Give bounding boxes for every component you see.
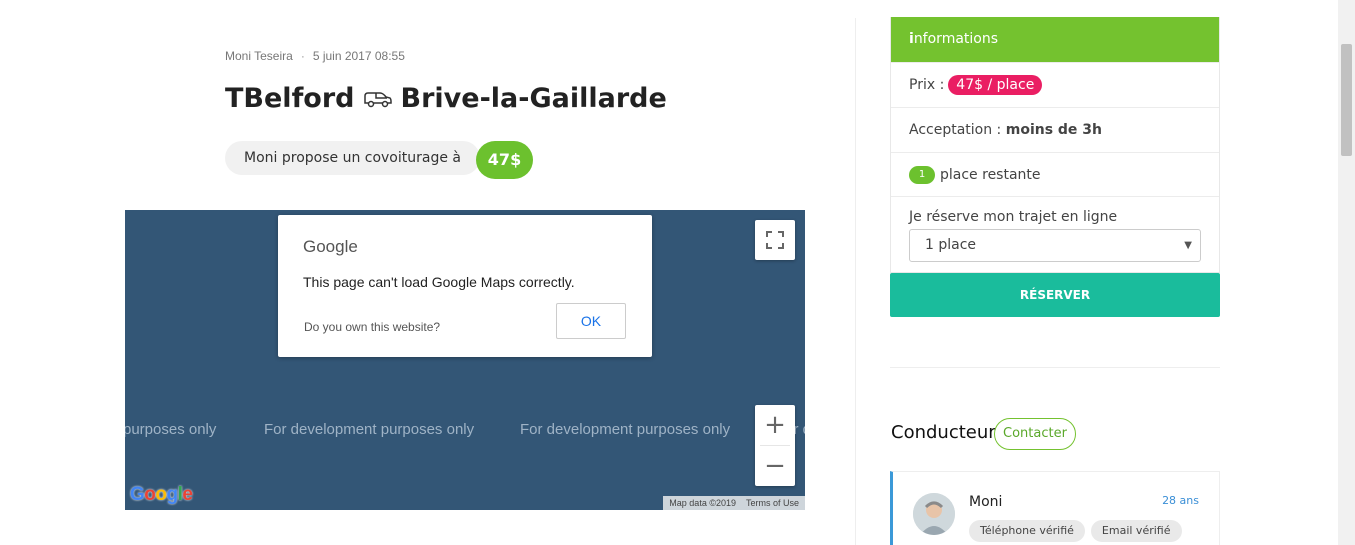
author-name[interactable]: Moni Teseira [225,49,293,63]
price-row: Prix : 47$ / place [891,62,1219,107]
dev-watermark: For development purposes only [264,421,475,438]
info-card: informations Prix : 47$ / place Acceptat… [890,17,1220,273]
fullscreen-icon [766,231,784,249]
map-error-dialog: Google This page can't load Google Maps … [278,215,652,357]
scrollbar[interactable] [1338,0,1355,545]
acceptance-row: Acceptation : moins de 3h [891,107,1219,152]
scrollbar-thumb[interactable] [1341,44,1352,156]
origin-city: TBelford [225,83,355,114]
driver-card: Moni 28 ans Téléphone vérifié Email véri… [890,471,1220,545]
destination-city: Brive-la-Gaillarde [400,83,667,114]
seats-row: 1 place restante [891,152,1219,196]
map-container[interactable]: purposes only For development purposes o… [125,210,805,510]
booking-row: Je réserve mon trajet en ligne 1 place ▼ [891,196,1219,272]
own-website-link[interactable]: Do you own this website? [304,320,440,334]
map-data-text: Map data ©2019 [669,498,736,508]
price-per-seat-badge: 47$ / place [948,75,1043,95]
price-label: Prix : [909,77,945,93]
seats-label: place restante [940,166,1041,183]
zoom-out-button[interactable]: − [755,446,795,486]
column-divider [855,18,856,545]
info-header: informations [891,17,1219,62]
driver-section-title: Conducteur [891,422,996,443]
meta-separator: · [300,49,305,63]
error-message: This page can't load Google Maps correct… [303,274,575,290]
acceptance-value: moins de 3h [1005,122,1103,138]
post-date: 5 juin 2017 08:55 [312,49,405,63]
acceptance-label: Acceptation : [909,122,1002,138]
page-title: TBelford Brive-la-Gaillarde [225,83,667,114]
post-meta: Moni Teseira · 5 juin 2017 08:55 [225,49,405,63]
contact-button[interactable]: Contacter [994,418,1076,450]
email-verified-tag: Email vérifié [1090,520,1182,542]
map-attribution: Map data ©2019 Terms of Use [663,496,805,510]
avatar[interactable] [913,493,955,535]
dev-watermark: purposes only [125,421,217,438]
page: Moni Teseira · 5 juin 2017 08:55 TBelford … [0,0,1355,545]
seats-count-badge: 1 [909,165,935,184]
reserve-button[interactable]: RÉSERVER [890,273,1220,317]
chevron-down-icon: ▼ [1184,240,1192,251]
ok-button[interactable]: OK [556,303,626,339]
terms-link[interactable]: Terms of Use [746,498,799,508]
driver-age: 28 ans [1162,494,1199,507]
zoom-controls: + − [755,405,795,486]
price-badge: 47$ [476,141,533,179]
booking-label: Je réserve mon trajet en ligne [909,209,1118,225]
google-map-logo[interactable]: Google [130,484,193,506]
dev-watermark: For development purposes only [520,421,731,438]
phone-verified-tag: Téléphone vérifié [969,520,1085,542]
seat-select-value: 1 place [925,237,977,253]
zoom-in-button[interactable]: + [755,405,795,445]
info-header-label: nformations [913,31,999,47]
car-icon [363,91,392,107]
offer-text: Moni propose un covoiturage à [225,141,480,175]
fullscreen-button[interactable] [755,220,795,260]
google-logo: Google [303,237,358,256]
user-avatar-icon [913,493,955,535]
section-divider [890,367,1220,368]
verification-tags: Téléphone vérifié Email vérifié [969,520,1182,542]
seat-select[interactable]: 1 place ▼ [909,229,1201,262]
driver-name[interactable]: Moni [969,494,1002,510]
